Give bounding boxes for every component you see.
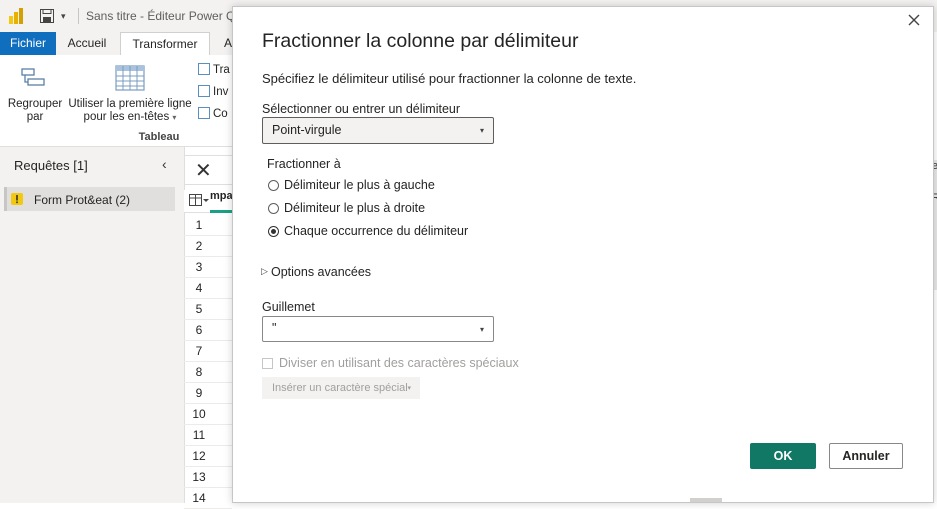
group-by-button[interactable]: Regrouper par	[4, 98, 66, 124]
radio-label: Délimiteur le plus à droite	[284, 201, 426, 215]
row-divider	[184, 340, 232, 341]
column-header[interactable]: mpa	[210, 190, 233, 202]
row-divider	[184, 256, 232, 257]
row-divider	[184, 319, 232, 320]
row-divider	[184, 403, 232, 404]
group-by-label-line1: Regrouper	[7, 98, 63, 110]
row-number[interactable]: 3	[184, 260, 214, 274]
delimiter-label: Sélectionner ou entrer un délimiteur	[262, 102, 461, 116]
radio-button[interactable]	[268, 203, 279, 214]
row-divider	[184, 235, 232, 236]
group-by-icon	[21, 68, 45, 86]
chevron-down-icon: ▾	[479, 126, 484, 135]
special-chars-label: Diviser en utilisant des caractères spéc…	[279, 356, 519, 370]
row-divider	[184, 445, 232, 446]
dialog-title: Fractionner la colonne par délimiteur	[262, 30, 579, 52]
tab-accueil[interactable]: Accueil	[58, 32, 116, 55]
row-number[interactable]: 9	[184, 386, 214, 400]
quote-select[interactable]: " ▾	[262, 316, 494, 342]
row-number[interactable]: 12	[184, 449, 214, 463]
row-divider	[184, 298, 232, 299]
row-divider	[184, 382, 232, 383]
transpose-button[interactable]: Tra	[198, 62, 230, 78]
save-icon[interactable]	[40, 9, 54, 23]
expand-triangle-icon[interactable]: ▷	[261, 266, 268, 277]
count-icon	[198, 107, 210, 119]
row-number[interactable]: 4	[184, 281, 214, 295]
tab-fichier[interactable]: Fichier	[0, 32, 56, 55]
quote-select-value: "	[272, 321, 277, 335]
title-separator	[78, 8, 79, 24]
radio-label: Chaque occurrence du délimiteur	[284, 224, 469, 238]
first-row-label-line2: pour les en-têtes	[83, 111, 170, 123]
tab-transformer[interactable]: Transformer	[120, 32, 210, 55]
use-first-row-headers-button[interactable]: Utiliser la première ligne pour les en-t…	[66, 98, 194, 124]
row-divider	[184, 487, 232, 488]
table-menu-icon[interactable]	[189, 194, 209, 206]
row-number[interactable]: 11	[184, 428, 214, 442]
row-number[interactable]: 5	[184, 302, 214, 316]
row-number[interactable]: 8	[184, 365, 214, 379]
formula-cancel-icon[interactable]: ✕	[195, 158, 212, 183]
group-by-label-line2: par	[26, 111, 44, 123]
count-rows-button[interactable]: Co	[198, 106, 228, 122]
row-number[interactable]: 6	[184, 323, 214, 337]
insert-special-char-button[interactable]: Insérer un caractère spécial ▾	[262, 377, 420, 399]
row-number[interactable]: 1	[184, 218, 214, 232]
row-divider	[184, 277, 232, 278]
advanced-options-toggle[interactable]: Options avancées	[271, 265, 371, 279]
dialog-description: Spécifiez le délimiteur utilisé pour fra…	[262, 71, 637, 86]
reverse-label: Inv	[213, 86, 229, 98]
first-row-label-line1: Utiliser la première ligne	[68, 98, 192, 110]
radio-button[interactable]	[268, 180, 279, 191]
query-item-label: Form Prot&eat (2)	[34, 193, 131, 207]
radio-label: Délimiteur le plus à gauche	[284, 178, 435, 192]
warning-icon	[11, 193, 23, 205]
column-quality-bar	[210, 210, 232, 213]
window-title: Sans titre - Éditeur Power Q	[86, 9, 236, 23]
close-icon[interactable]	[906, 12, 922, 28]
chevron-down-icon: ▾	[407, 385, 411, 392]
radio-button-checked[interactable]	[268, 226, 279, 237]
scrollbar-thumb[interactable]	[690, 498, 722, 502]
transpose-icon	[198, 63, 210, 75]
row-number[interactable]: 2	[184, 239, 214, 253]
cancel-button[interactable]: Annuler	[829, 443, 903, 469]
delimiter-select[interactable]: Point-virgule ▾	[262, 117, 494, 144]
collapse-pane-icon[interactable]: ‹	[162, 156, 167, 172]
row-number[interactable]: 7	[184, 344, 214, 358]
ribbon-group-label: Tableau	[138, 131, 180, 143]
row-divider	[184, 466, 232, 467]
special-chars-checkbox[interactable]	[262, 358, 273, 369]
ok-button[interactable]: OK	[750, 443, 816, 469]
table-header-icon	[115, 65, 145, 91]
row-divider	[184, 361, 232, 362]
count-label: Co	[213, 108, 228, 120]
insert-special-char-label: Insérer un caractère spécial	[272, 382, 408, 394]
row-number[interactable]: 10	[184, 407, 214, 421]
split-at-label: Fractionner à	[267, 157, 341, 171]
reverse-icon	[198, 85, 210, 97]
row-divider	[184, 424, 232, 425]
delimiter-select-value: Point-virgule	[272, 123, 342, 137]
row-number[interactable]: 13	[184, 470, 214, 484]
chevron-down-icon: ▾	[479, 325, 484, 334]
transpose-label: Tra	[213, 64, 230, 76]
queries-title: Requêtes [1]	[14, 158, 88, 173]
quick-access-dropdown-icon[interactable]: ▾	[61, 11, 66, 22]
power-bi-logo-icon	[9, 8, 23, 24]
first-row-dropdown-icon: ▾	[172, 113, 177, 122]
quote-label: Guillemet	[262, 300, 315, 314]
reverse-rows-button[interactable]: Inv	[198, 84, 228, 100]
